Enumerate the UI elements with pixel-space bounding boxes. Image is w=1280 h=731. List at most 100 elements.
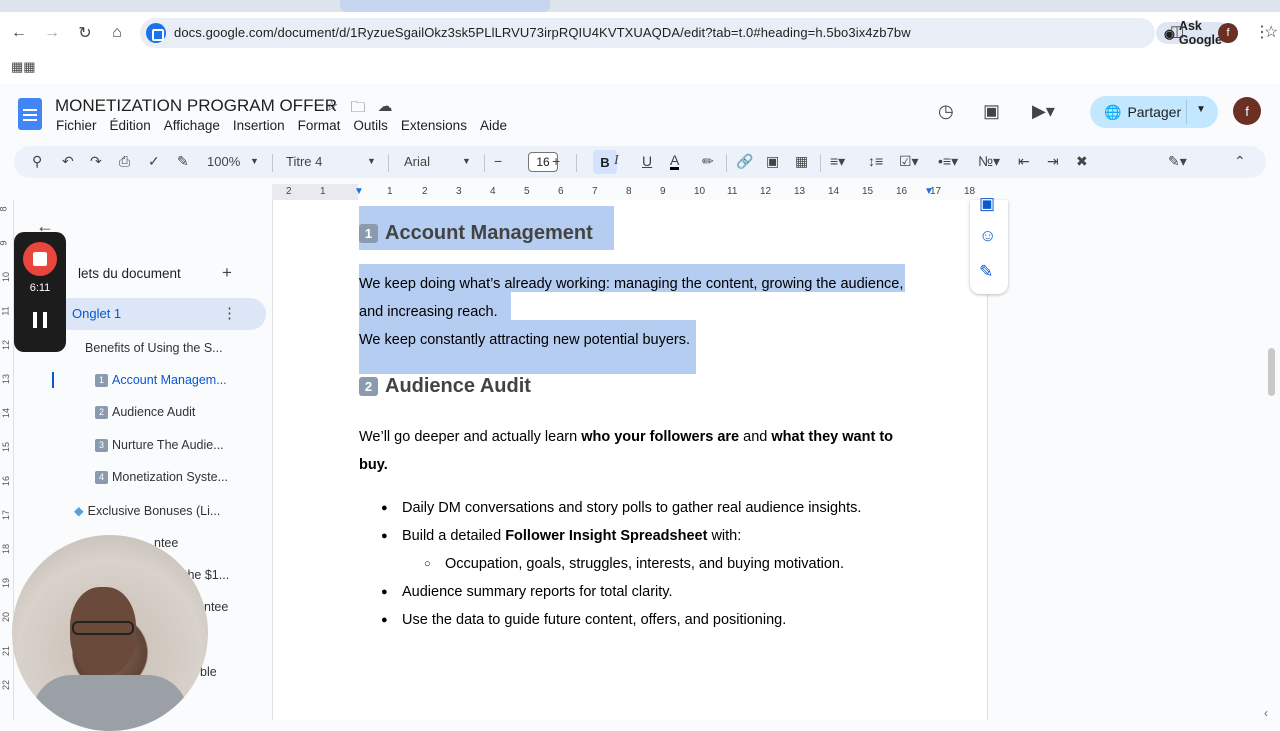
profile-avatar[interactable]: f: [1218, 23, 1238, 43]
redo-icon[interactable]: ↷: [90, 153, 102, 170]
paint-format-icon[interactable]: ✎: [177, 153, 189, 170]
add-comment-icon[interactable]: ▣: [766, 153, 779, 170]
heading-audience-audit[interactable]: 2 Audience Audit: [359, 375, 531, 398]
menu-fichier[interactable]: Fichier: [56, 118, 97, 133]
document-title[interactable]: MONETIZATION PROGRAM OFFER: [55, 96, 337, 116]
heading-account-management[interactable]: 1 Account Management: [359, 222, 593, 245]
outline-item-partial[interactable]: ble: [200, 665, 217, 679]
apps-grid-icon[interactable]: ▦▦: [11, 59, 36, 75]
share-dropdown-icon[interactable]: ▼: [1196, 104, 1206, 115]
numbered-list-icon[interactable]: №▾: [978, 153, 1000, 170]
browser-menu-icon[interactable]: ⋮: [1254, 22, 1270, 42]
menu-insertion[interactable]: Insertion: [233, 118, 285, 133]
style-dropdown-icon[interactable]: ▼: [367, 156, 376, 166]
bullet-item[interactable]: Build a detailed Follower Insight Spread…: [402, 528, 741, 544]
address-bar[interactable]: docs.google.com/document/d/1RyzueSgailOk…: [140, 18, 1278, 48]
paragraph-line[interactable]: We’ll go deeper and actually learn who y…: [359, 429, 893, 445]
paragraph-line[interactable]: We keep constantly attracting new potent…: [359, 332, 690, 348]
underline-button[interactable]: U: [642, 153, 652, 169]
clear-formatting-icon[interactable]: ✖: [1076, 153, 1088, 170]
bullet-item[interactable]: Use the data to guide future content, of…: [402, 612, 786, 628]
outline-item[interactable]: 2 Audience Audit: [95, 405, 195, 419]
back-icon[interactable]: ←: [8, 22, 30, 44]
outline-item[interactable]: 3 Nurture The Audie...: [95, 438, 224, 452]
decrease-indent-icon[interactable]: ⇤: [1018, 153, 1030, 170]
document-page[interactable]: 1 Account Management We keep doing what’s…: [272, 200, 988, 720]
paragraph-line[interactable]: and increasing reach.: [359, 304, 498, 320]
bullet-item[interactable]: Audience summary reports for total clari…: [402, 584, 673, 600]
style-select[interactable]: Titre 4: [286, 154, 322, 169]
search-menus-icon[interactable]: ⚲: [32, 153, 42, 170]
zoom-dropdown-icon[interactable]: ▼: [250, 156, 259, 166]
increase-font-size-icon[interactable]: +: [552, 153, 560, 169]
outline-item[interactable]: 1 Account Managem...: [95, 373, 227, 387]
decrease-font-size-icon[interactable]: −: [494, 153, 502, 169]
sub-bullet-item[interactable]: Occupation, goals, struggles, interests,…: [445, 556, 844, 572]
link-icon[interactable]: 🔗: [736, 153, 753, 170]
account-avatar[interactable]: f: [1233, 97, 1261, 125]
tab-onglet-1[interactable]: Onglet 1 ⋮: [54, 298, 266, 330]
insert-image-icon[interactable]: ▦: [795, 153, 808, 170]
add-tab-icon[interactable]: +: [222, 263, 232, 283]
home-icon[interactable]: ⌂: [106, 22, 128, 44]
font-dropdown-icon[interactable]: ▼: [462, 156, 471, 166]
url-text[interactable]: docs.google.com/document/d/1RyzueSgailOk…: [174, 25, 911, 40]
share-label: Partager: [1127, 104, 1182, 120]
version-history-icon[interactable]: ◷: [938, 101, 954, 122]
italic-button[interactable]: I: [614, 153, 619, 169]
meet-video-icon[interactable]: ▶▾: [1032, 101, 1055, 122]
forward-icon[interactable]: →: [41, 22, 63, 44]
font-select[interactable]: Arial: [404, 154, 430, 169]
menu-format[interactable]: Format: [298, 118, 341, 133]
suggest-edits-icon[interactable]: ✎: [979, 262, 993, 282]
menu-edition[interactable]: Édition: [110, 118, 151, 133]
increase-indent-icon[interactable]: ⇥: [1047, 153, 1059, 170]
ruler-indent-marker[interactable]: ▼: [354, 186, 364, 197]
tab-options-icon[interactable]: ⋮: [222, 304, 237, 322]
menu-aide[interactable]: Aide: [480, 118, 507, 133]
checklist-icon[interactable]: ☑▾: [899, 153, 919, 170]
horizontal-ruler[interactable]: 2 1 ▼ 1 2 3 4 5 6 7 8 9 10 11 12 13 14 1…: [272, 184, 988, 200]
stop-recording-button[interactable]: [23, 242, 57, 276]
paragraph-line[interactable]: We keep doing what’s already working: ma…: [359, 276, 903, 292]
line-spacing-icon[interactable]: ↕≡: [868, 153, 883, 169]
tab-label: Onglet 1: [72, 306, 122, 321]
pause-recording-button[interactable]: [33, 312, 47, 328]
menu-extensions[interactable]: Extensions: [401, 118, 467, 133]
bulleted-list-icon[interactable]: •≡▾: [938, 153, 958, 170]
text-color-button[interactable]: A: [670, 153, 680, 170]
menu-outils[interactable]: Outils: [353, 118, 388, 133]
share-button[interactable]: 🌐 Partager ▼: [1090, 96, 1218, 128]
extensions-icon[interactable]: ◫: [1170, 22, 1184, 40]
add-emoji-reaction-icon[interactable]: ☺: [979, 226, 996, 246]
add-comment-icon[interactable]: ▣: [979, 194, 995, 214]
vruler-tick: 13: [1, 373, 12, 385]
keycap-number-icon: 3: [95, 439, 108, 452]
comments-icon[interactable]: ▣: [983, 101, 1000, 122]
menu-affichage[interactable]: Affichage: [164, 118, 220, 133]
docs-logo-icon[interactable]: [18, 98, 42, 130]
spellcheck-icon[interactable]: ✓: [148, 153, 160, 170]
bullet-item[interactable]: Daily DM conversations and story polls t…: [402, 500, 861, 516]
editing-mode-icon[interactable]: ✎▾: [1168, 153, 1187, 170]
undo-icon[interactable]: ↶: [62, 153, 74, 170]
outline-item-partial[interactable]: ntee: [204, 600, 228, 614]
ruler-tick: 3: [456, 186, 462, 197]
vruler-tick: 16: [1, 475, 12, 487]
ruler-tick: 9: [660, 186, 666, 197]
outline-item[interactable]: 4 Monetization Syste...: [95, 470, 228, 484]
outline-item[interactable]: Benefits of Using the S...: [85, 341, 223, 355]
vertical-scrollbar[interactable]: [1268, 348, 1275, 396]
paragraph-line[interactable]: buy.: [359, 457, 388, 473]
zoom-select[interactable]: 100%: [207, 154, 240, 169]
highlight-icon[interactable]: ✏: [702, 153, 714, 170]
outline-current-indicator: [52, 372, 54, 388]
print-icon[interactable]: ⎙: [119, 153, 130, 170]
align-icon[interactable]: ≡▾: [830, 153, 845, 170]
site-info-icon[interactable]: [146, 23, 166, 43]
reload-icon[interactable]: ↻: [74, 22, 96, 44]
scroll-collapse-icon[interactable]: ‹: [1264, 706, 1268, 720]
collapse-toolbar-icon[interactable]: ⌃: [1234, 153, 1246, 170]
outline-item[interactable]: ◆ Exclusive Bonuses (Li...: [74, 503, 220, 518]
active-tab[interactable]: [340, 0, 550, 12]
